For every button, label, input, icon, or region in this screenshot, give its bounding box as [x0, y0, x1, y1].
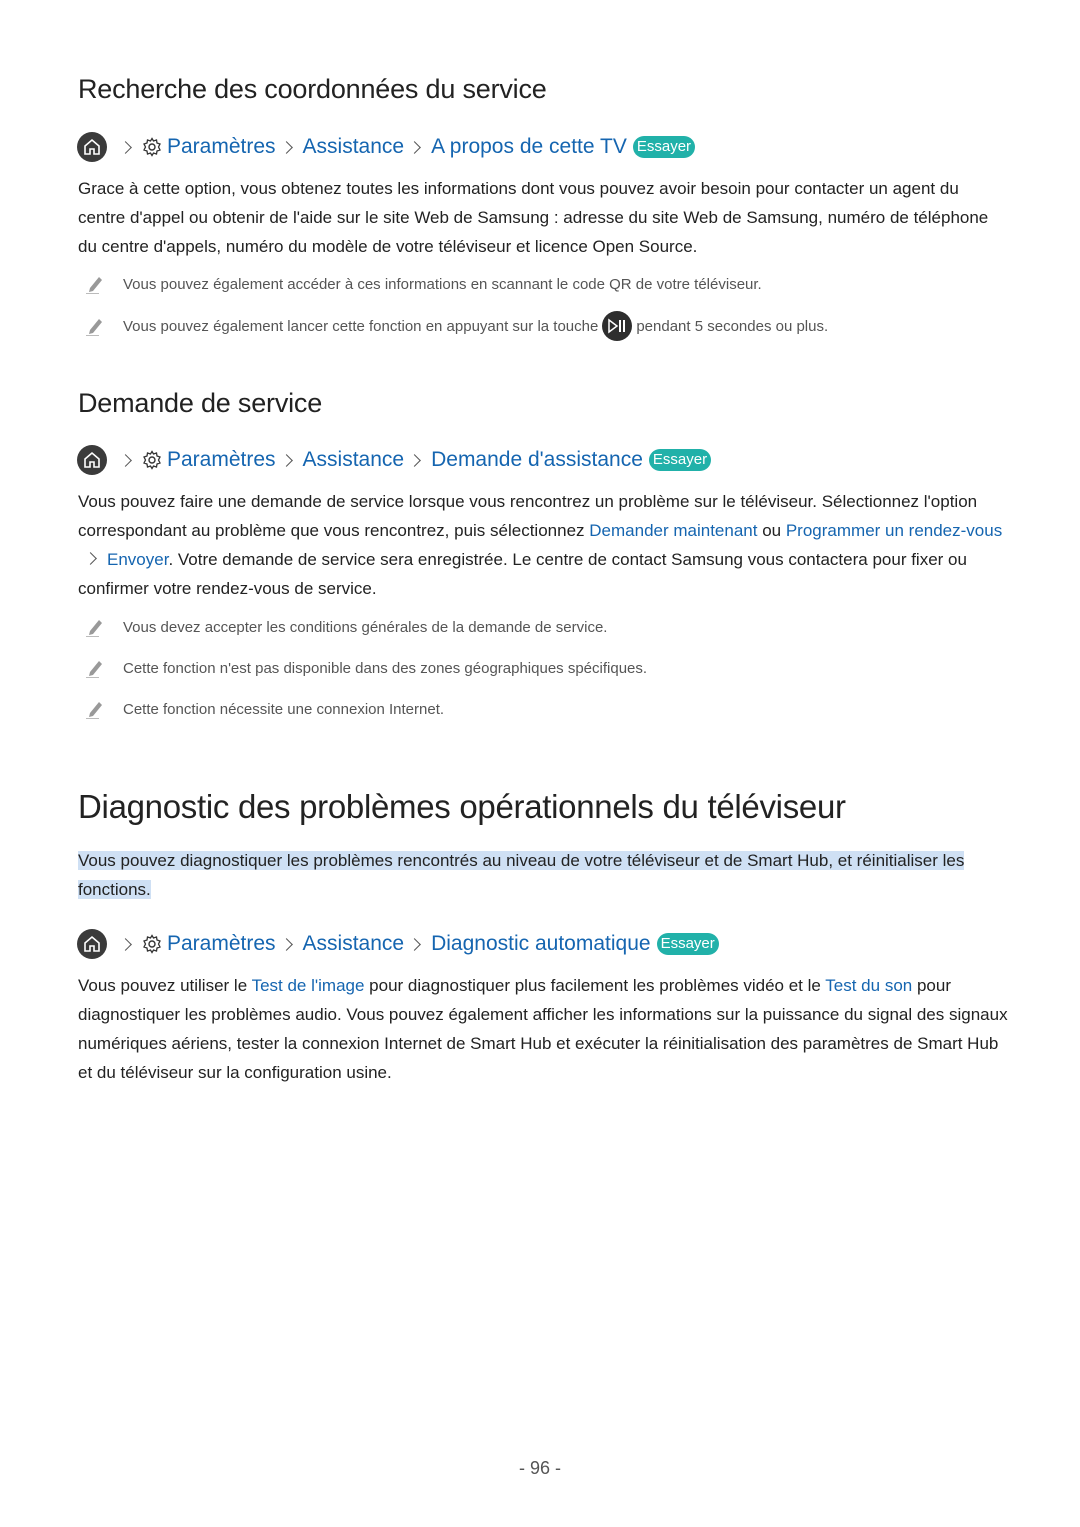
chevron-right-icon: [119, 140, 132, 154]
note: Vous pouvez également accéder à ces info…: [85, 274, 762, 294]
chevron-right-icon: [279, 453, 293, 467]
gear-icon: [142, 137, 162, 157]
paragraph-diagnostic: Vous pouvez utiliser le Test de l'image …: [78, 976, 1008, 1082]
gear-icon: [142, 934, 162, 954]
link-demander-maintenant[interactable]: Demander maintenant: [589, 521, 757, 540]
page-number: - 96 -: [518, 1458, 561, 1478]
section-title-diagnostic: Diagnostic des problèmes opérationnels d…: [78, 788, 846, 825]
breadcrumb-item[interactable]: Paramètres: [167, 448, 276, 472]
try-button[interactable]: Essayer: [632, 136, 696, 158]
pencil-icon: [85, 617, 105, 637]
section-title-contact: Recherche des coordonnées du service: [78, 74, 547, 104]
breadcrumb-item[interactable]: Assistance: [303, 135, 405, 159]
try-button[interactable]: Essayer: [656, 933, 719, 955]
link-programmer[interactable]: Programmer un rendez-vous: [786, 521, 1002, 540]
chevron-right-icon: [408, 937, 421, 951]
note: Cette fonction n'est pas disponible dans…: [85, 658, 647, 678]
home-icon[interactable]: [77, 929, 107, 959]
breadcrumb-item[interactable]: Demande d'assistance: [431, 448, 643, 472]
chevron-right-icon: [119, 453, 132, 467]
chevron-right-icon: [408, 453, 421, 467]
chevron-right-icon: [408, 140, 421, 154]
pencil-icon: [85, 274, 105, 294]
chevron-right-icon: [279, 140, 293, 154]
breadcrumb-item[interactable]: Assistance: [303, 932, 405, 956]
pencil-icon: [85, 658, 105, 678]
paragraph-contact: Grace à cette option, vous obtenez toute…: [78, 179, 989, 256]
pencil-icon: [85, 316, 105, 336]
breadcrumb-diagnostic: Paramètres Assistance Diagnostic automat…: [77, 928, 719, 960]
gear-icon: [142, 450, 162, 470]
home-icon[interactable]: [77, 445, 107, 475]
breadcrumb-request: Paramètres Assistance Demande d'assistan…: [77, 444, 712, 476]
chevron-right-icon: [279, 937, 293, 951]
link-test-image[interactable]: Test de l'image: [252, 976, 365, 995]
breadcrumb-item[interactable]: Paramètres: [167, 932, 276, 956]
section-title-request: Demande de service: [78, 388, 323, 418]
note: Cette fonction nécessite une connexion I…: [85, 699, 444, 719]
breadcrumb-item[interactable]: Diagnostic automatique: [431, 932, 650, 956]
home-icon[interactable]: [77, 132, 107, 162]
pencil-icon: [85, 699, 105, 719]
link-test-son[interactable]: Test du son: [825, 976, 912, 995]
breadcrumb-item[interactable]: Paramètres: [167, 135, 276, 159]
chevron-right-icon: [119, 937, 132, 951]
paragraph-diagnostic-intro: Vous pouvez diagnostiquer les problèmes …: [78, 851, 965, 899]
play-pause-icon: [602, 311, 633, 341]
link-envoyer[interactable]: Envoyer: [107, 550, 168, 569]
note: Vous pouvez également lancer cette fonct…: [85, 311, 828, 341]
breadcrumb-item[interactable]: Assistance: [303, 448, 405, 472]
note: Vous devez accepter les conditions génér…: [85, 617, 607, 637]
try-button[interactable]: Essayer: [648, 449, 712, 471]
chevron-right-icon: [84, 552, 97, 565]
breadcrumb-contact: Paramètres Assistance A propos de cette …: [77, 131, 696, 163]
breadcrumb-item[interactable]: A propos de cette TV: [431, 135, 627, 159]
paragraph-request: Vous pouvez faire une demande de service…: [78, 492, 1003, 598]
